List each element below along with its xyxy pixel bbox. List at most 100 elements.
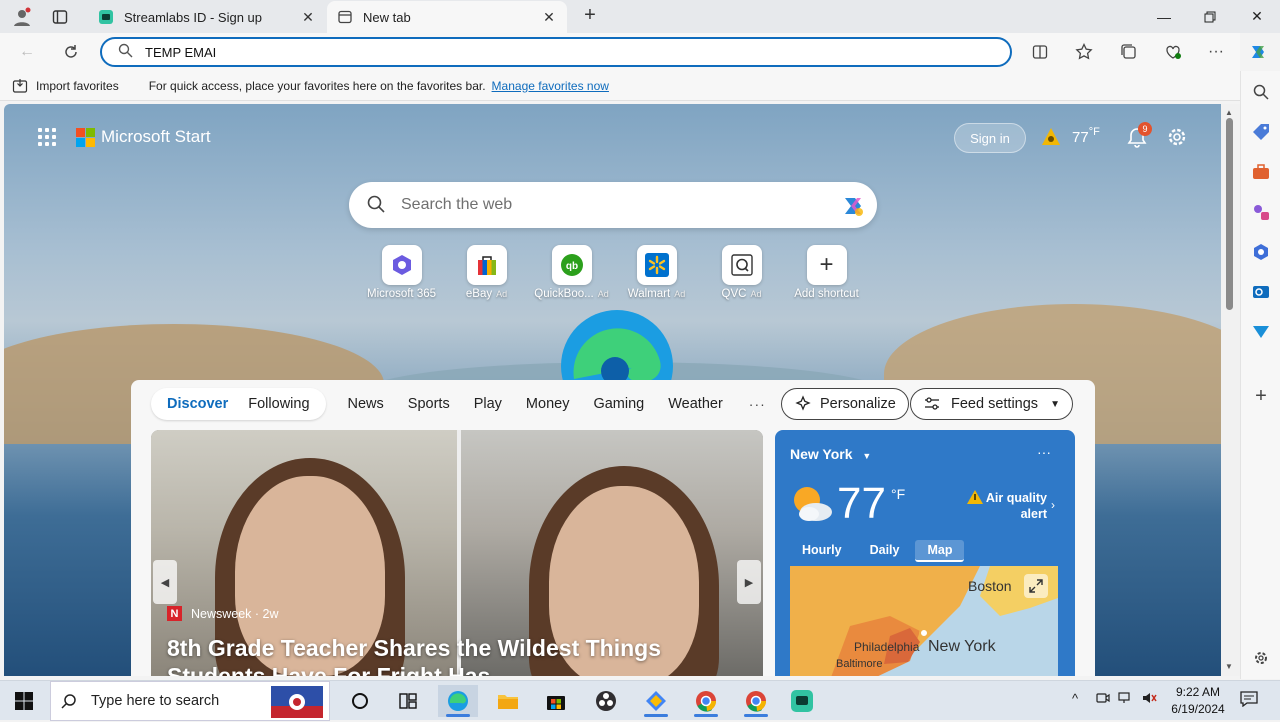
minimize-button[interactable]: — (1141, 0, 1187, 33)
microsoft-start-logo[interactable]: Microsoft Start (76, 127, 211, 147)
microsoft-store-icon[interactable] (536, 685, 576, 717)
address-input[interactable] (145, 44, 965, 60)
meet-now-icon[interactable] (1096, 691, 1110, 708)
address-bar[interactable] (100, 37, 1012, 67)
network-icon[interactable] (1118, 691, 1134, 708)
favorites-star-icon[interactable] (1071, 40, 1097, 64)
close-tab-icon[interactable]: ✕ (300, 9, 316, 26)
weather-tab-hourly[interactable]: Hourly (790, 540, 854, 562)
tab-gaming[interactable]: Gaming (587, 396, 650, 412)
gemini-app-icon[interactable] (636, 685, 676, 717)
new-tab-page-icon (337, 9, 353, 25)
hero-article-card[interactable]: ◀ ▶ N Newsweek · 2w 8th Grade Teacher Sh… (151, 430, 763, 676)
refresh-icon[interactable] (58, 40, 84, 64)
task-view-icon[interactable] (388, 685, 428, 717)
chrome-icon[interactable] (686, 685, 726, 717)
tab-streamlabs[interactable]: Streamlabs ID - Sign up ✕ (88, 1, 326, 33)
tab-news[interactable]: News (342, 396, 390, 412)
tab-money[interactable]: Money (520, 396, 576, 412)
page-scrollbar[interactable]: ▲ ▼ (1221, 104, 1240, 676)
collections-icon[interactable] (1116, 40, 1142, 64)
search-icon[interactable] (1250, 81, 1272, 103)
scroll-down-icon[interactable]: ▼ (1225, 662, 1233, 671)
streamlabs-taskbar-icon[interactable] (782, 685, 822, 717)
copilot-icon[interactable] (1245, 40, 1271, 64)
outlook-icon[interactable] (1250, 281, 1272, 303)
edge-taskbar-icon[interactable] (438, 685, 478, 717)
scrollbar-thumb[interactable] (1226, 118, 1233, 310)
shortcut-add[interactable]: + Add shortcut (784, 245, 869, 300)
notifications-bell-icon[interactable]: 9 (1126, 122, 1152, 150)
page-settings-icon[interactable] (1166, 126, 1190, 150)
tab-new-tab[interactable]: New tab ✕ (327, 1, 567, 33)
show-hidden-icons-icon[interactable]: ^ (1072, 691, 1078, 706)
article-source[interactable]: N Newsweek · 2w (167, 606, 279, 621)
notification-center-icon[interactable] (1240, 691, 1258, 710)
weather-tab-map[interactable]: Map (915, 540, 965, 562)
weather-more-icon[interactable]: ··· (1037, 444, 1051, 460)
feed-settings-button[interactable]: Feed settings ▼ (910, 388, 1073, 420)
shortcut-microsoft-365[interactable]: Microsoft 365 (359, 245, 444, 300)
close-tab-icon[interactable]: ✕ (541, 9, 557, 26)
obs-studio-icon[interactable] (586, 685, 626, 717)
chevron-right-icon[interactable]: › (1051, 498, 1055, 512)
send-icon[interactable] (1250, 321, 1272, 343)
restore-button[interactable] (1187, 0, 1233, 33)
search-icon (61, 694, 76, 709)
article-headline[interactable]: 8th Grade Teacher Shares the Wildest Thi… (167, 634, 747, 676)
tab-discover[interactable]: Discover (161, 396, 234, 412)
tab-weather[interactable]: Weather (662, 396, 729, 412)
browser-essentials-icon[interactable] (1160, 40, 1186, 64)
carousel-prev-button[interactable]: ◀ (153, 560, 177, 604)
more-tabs-button[interactable]: ··· (749, 396, 766, 412)
weather-location[interactable]: New York ▼ (790, 446, 871, 462)
manage-favorites-link[interactable]: Manage favorites now (492, 79, 609, 93)
weather-unit: °F (891, 486, 906, 502)
split-screen-icon[interactable] (1027, 40, 1053, 64)
shortcut-qvc[interactable]: QVC Ad (699, 245, 784, 300)
add-sidebar-app-icon[interactable]: + (1250, 385, 1272, 407)
weather-card[interactable]: New York ▼ ··· 77 °F Air quality alert ›… (775, 430, 1075, 676)
back-icon[interactable]: ← (14, 40, 40, 64)
tab-following[interactable]: Following (242, 396, 315, 412)
shortcut-ebay[interactable]: eBay Ad (444, 245, 529, 300)
air-quality-alert[interactable]: Air quality alert (967, 490, 1047, 522)
expand-map-icon[interactable] (1024, 574, 1048, 598)
shortcut-quickbooks[interactable]: qb QuickBoo... Ad (529, 245, 614, 300)
tab-play[interactable]: Play (468, 396, 508, 412)
sign-in-button[interactable]: Sign in (954, 123, 1026, 153)
microsoft-365-icon[interactable] (1250, 241, 1272, 263)
tools-briefcase-icon[interactable] (1250, 161, 1272, 183)
carousel-next-button[interactable]: ▶ (737, 560, 761, 604)
import-favorites-button[interactable]: Import favorites (12, 78, 119, 94)
cortana-icon[interactable] (340, 685, 380, 717)
shortcut-label: eBay (465, 288, 493, 300)
profile-icon[interactable] (10, 5, 34, 29)
header-weather[interactable]: 77 °F (1040, 126, 1100, 148)
volume-icon[interactable] (1142, 691, 1158, 708)
app-launcher-icon[interactable] (38, 128, 56, 146)
shortcut-walmart[interactable]: Walmart Ad (614, 245, 699, 300)
ad-label: Ad (496, 289, 508, 299)
tab-sports[interactable]: Sports (402, 396, 456, 412)
taskbar-search[interactable]: Type here to search (50, 681, 330, 721)
shopping-tag-icon[interactable] (1250, 121, 1272, 143)
chrome-profile-icon[interactable] (736, 685, 776, 717)
weather-location-label: New York (790, 446, 853, 462)
weather-tab-daily[interactable]: Daily (858, 540, 912, 562)
new-tab-button[interactable]: + (578, 4, 602, 28)
games-icon[interactable] (1250, 201, 1272, 223)
file-explorer-icon[interactable] (488, 685, 528, 717)
personalize-button[interactable]: Personalize (781, 388, 909, 420)
close-window-button[interactable]: ✕ (1234, 0, 1280, 33)
more-options-icon[interactable]: ··· (1203, 40, 1229, 64)
windows-start-icon[interactable] (4, 685, 44, 717)
copilot-icon[interactable] (839, 192, 867, 220)
tab-title: New tab (363, 9, 411, 25)
tab-actions-icon[interactable] (48, 5, 72, 29)
weather-map[interactable]: Boston Philadelphia New York Baltimore (790, 566, 1058, 676)
sidebar-settings-icon[interactable] (1250, 647, 1272, 669)
system-clock[interactable]: 9:22 AM 6/19/2024 (1166, 684, 1230, 718)
web-search-box[interactable]: Search the web (349, 182, 877, 228)
scroll-up-icon[interactable]: ▲ (1225, 108, 1233, 117)
